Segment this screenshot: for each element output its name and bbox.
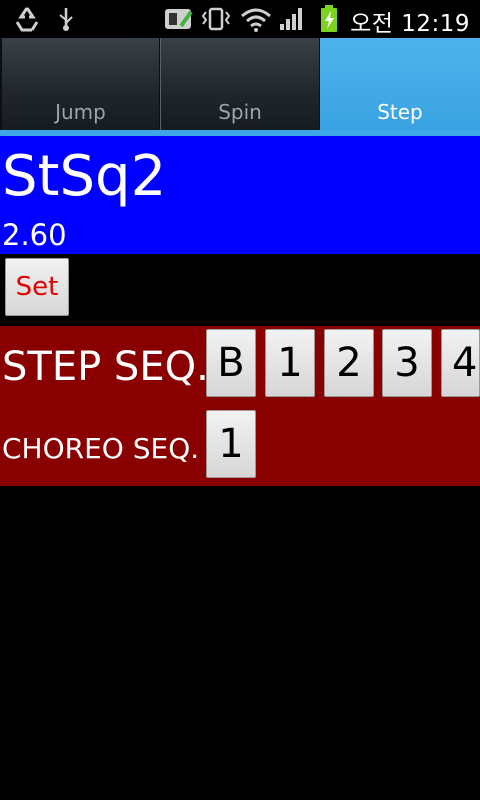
choreo-seq-level-1-button[interactable]: 1 — [206, 410, 256, 478]
vibrate-icon — [200, 6, 232, 32]
choreo-seq-label: CHOREO SEQ. — [2, 432, 200, 465]
bug-icon — [162, 6, 196, 32]
status-bar: 오전 12:19 — [0, 0, 480, 38]
signal-icon — [278, 6, 306, 32]
tab-spin-label: Spin — [218, 100, 262, 124]
tab-step-label: Step — [377, 100, 423, 124]
battery-charging-icon — [318, 5, 340, 32]
step-seq-level-4-button[interactable]: 4 — [441, 329, 480, 397]
element-header: StSq2 2.60 — [0, 136, 480, 254]
tab-jump[interactable]: Jump — [0, 38, 160, 130]
wifi-icon — [240, 6, 272, 32]
step-seq-level-1-button[interactable]: 1 — [265, 329, 315, 397]
tab-step[interactable]: Step — [320, 38, 480, 130]
tab-bar: Jump Spin Step — [0, 38, 480, 130]
tab-jump-label: Jump — [55, 100, 106, 124]
status-time: 오전 12:19 — [350, 11, 470, 37]
step-seq-level-3-button[interactable]: 3 — [382, 329, 432, 397]
step-seq-label: STEP SEQ. — [2, 344, 209, 390]
recycle-icon — [12, 6, 42, 32]
usb-icon — [54, 6, 78, 32]
set-button[interactable]: Set — [5, 258, 69, 316]
tab-spin[interactable]: Spin — [160, 38, 320, 130]
step-seq-level-b-button[interactable]: B — [206, 329, 256, 397]
element-name: StSq2 — [2, 144, 167, 209]
level-panel: STEP SEQ. B 1 2 3 4 CHOREO SEQ. 1 — [0, 326, 480, 486]
step-seq-level-2-button[interactable]: 2 — [324, 329, 374, 397]
element-value: 2.60 — [2, 218, 67, 252]
